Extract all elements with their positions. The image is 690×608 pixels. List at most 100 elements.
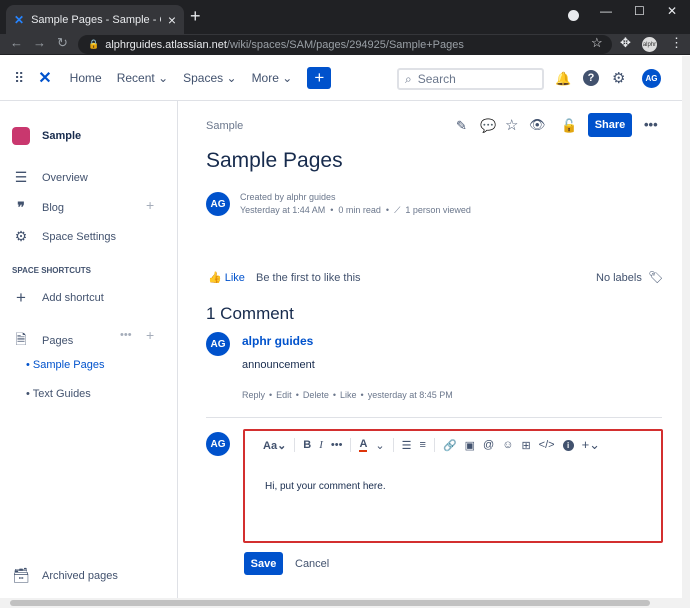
italic-icon[interactable]: I: [319, 439, 323, 451]
add-page-icon[interactable]: +: [146, 327, 154, 343]
horizontal-scrollbar[interactable]: [0, 598, 690, 608]
maximize-icon[interactable]: ☐: [634, 4, 645, 18]
close-window-icon[interactable]: ✕: [667, 4, 677, 18]
created-by[interactable]: Created by alphr guides: [240, 192, 336, 202]
url-bar[interactable]: 🔒 alphrguides.atlassian.net/wiki/spaces/…: [78, 35, 612, 54]
sidebar-item-pages[interactable]: 🗎 Pages: [12, 329, 73, 353]
lock-icon: 🔒: [88, 39, 100, 49]
nav-recent[interactable]: Recent ⌄: [117, 71, 168, 85]
confluence-favicon-icon: ✕: [14, 12, 25, 27]
text-style-dropdown[interactable]: Aa⌄: [263, 439, 286, 452]
forward-icon[interactable]: →: [33, 35, 46, 50]
chevron-down-icon: ⌄: [158, 71, 169, 85]
comment-avatar[interactable]: AG: [206, 332, 230, 356]
profile-avatar[interactable]: alphr: [642, 37, 657, 52]
thumbs-up-icon: 👍: [208, 272, 222, 284]
browser-tab[interactable]: ✕ Sample Pages - Sample - Conflu ×: [6, 5, 184, 34]
sidebar-item-overview[interactable]: ☰ Overview: [12, 169, 88, 186]
restrictions-lock-icon[interactable]: 🔓: [561, 118, 577, 134]
nav-home[interactable]: Home: [70, 71, 102, 85]
cancel-button[interactable]: Cancel: [295, 558, 329, 570]
bullet-list-icon[interactable]: ☰: [402, 439, 412, 452]
comment-text[interactable]: Hi, put your comment here.: [265, 481, 386, 492]
create-button[interactable]: +: [307, 67, 332, 89]
insert-more-icon[interactable]: +⌄: [582, 437, 600, 453]
like-link[interactable]: Like: [340, 390, 357, 400]
watch-eye-icon[interactable]: 👁: [529, 117, 546, 133]
more-formatting-icon[interactable]: •••: [331, 439, 343, 451]
sidebar-item-blog[interactable]: ❞ Blog: [12, 199, 64, 216]
like-button[interactable]: 👍 Like: [208, 271, 245, 285]
browser-tab-bar: ✕ Sample Pages - Sample - Conflu × + — ☐…: [0, 0, 690, 34]
app-switcher-icon[interactable]: ⠿: [14, 70, 24, 87]
comment-editor[interactable]: Aa⌄ B I ••• A ⌄ ☰ ≡ 🔗 ▣ @ ☺ ⊞ </> i +⌄ Hi…: [243, 429, 663, 543]
new-tab-icon[interactable]: +: [190, 6, 201, 27]
star-icon[interactable]: ☆: [505, 116, 518, 134]
numbered-list-icon[interactable]: ≡: [420, 439, 426, 451]
save-button[interactable]: Save: [244, 552, 283, 575]
archive-icon: 🗃: [12, 567, 30, 583]
text-color-icon[interactable]: A: [359, 438, 368, 452]
nav-more[interactable]: More ⌄: [252, 71, 293, 85]
scroll-thumb[interactable]: [10, 600, 650, 606]
sidebar-item-space-settings[interactable]: ⚙ Space Settings: [12, 228, 116, 245]
reply-link[interactable]: Reply: [242, 390, 265, 400]
space-sidebar: Sample ☰ Overview ❞ Blog + ⚙ Space Setti…: [0, 101, 178, 598]
table-icon[interactable]: ⊞: [521, 439, 530, 452]
mention-icon[interactable]: @: [483, 439, 494, 451]
emoji-icon[interactable]: ☺: [502, 439, 513, 451]
chevron-down-icon[interactable]: ⌄: [375, 439, 384, 452]
comment-body: announcement: [242, 359, 315, 371]
search-input[interactable]: ⌕ Search: [397, 68, 544, 90]
bold-icon[interactable]: B: [303, 439, 311, 451]
delete-link[interactable]: Delete: [303, 390, 329, 400]
vertical-scrollbar[interactable]: [682, 56, 690, 598]
page-tree-item[interactable]: • Text Guides: [26, 388, 91, 400]
bookmark-star-icon[interactable]: ☆: [591, 35, 603, 51]
label-tag-icon[interactable]: 🏷: [648, 270, 663, 284]
more-actions-icon[interactable]: •••: [120, 329, 132, 341]
comment-icon[interactable]: 💬: [480, 118, 496, 134]
reload-icon[interactable]: ↻: [57, 35, 68, 51]
url-domain: alphrguides.atlassian.net: [105, 38, 227, 51]
nav-spaces[interactable]: Spaces ⌄: [183, 71, 236, 85]
code-icon[interactable]: </>: [539, 439, 555, 451]
pages-icon: 🗎: [15, 331, 27, 347]
browser-menu-icon[interactable]: ⋮: [670, 35, 683, 51]
comment-author[interactable]: alphr guides: [242, 334, 313, 348]
page-tree-item[interactable]: • Sample Pages: [26, 359, 104, 371]
url-path: /wiki/spaces/SAM/pages/294925/Sample+Pag…: [226, 38, 464, 51]
editor-avatar: AG: [206, 432, 230, 456]
image-icon[interactable]: ▣: [465, 439, 475, 452]
lines-icon: ☰: [14, 169, 28, 185]
comment-actions: Reply • Edit • Delete • Like • yesterday at …: [242, 390, 453, 400]
breadcrumb[interactable]: Sample: [206, 120, 243, 132]
help-icon[interactable]: ?: [583, 70, 599, 86]
confluence-logo-icon[interactable]: ✕: [38, 68, 51, 88]
comment-time[interactable]: yesterday at 8:45 PM: [368, 390, 453, 400]
back-icon[interactable]: ←: [10, 35, 23, 50]
user-avatar[interactable]: AG: [642, 69, 661, 88]
settings-gear-icon[interactable]: ⚙: [612, 69, 625, 87]
edit-link[interactable]: Edit: [276, 390, 292, 400]
divider: [206, 417, 662, 418]
author-avatar[interactable]: AG: [206, 192, 230, 216]
analytics-icon: ⟋: [394, 205, 401, 215]
edit-pencil-icon[interactable]: ✎: [456, 118, 467, 134]
minimize-icon[interactable]: —: [600, 4, 612, 18]
link-icon[interactable]: 🔗: [443, 439, 457, 452]
profile-dropdown-icon[interactable]: [568, 10, 579, 21]
extensions-icon[interactable]: ✥: [620, 35, 631, 51]
sidebar-item-archived[interactable]: 🗃 Archived pages: [12, 567, 118, 584]
notifications-icon[interactable]: 🔔: [555, 71, 571, 87]
gear-icon: ⚙: [14, 228, 28, 244]
tab-close-icon[interactable]: ×: [168, 12, 176, 28]
share-button[interactable]: Share: [588, 113, 632, 137]
add-shortcut[interactable]: + Add shortcut: [12, 288, 104, 308]
page-title: Sample Pages: [206, 149, 343, 172]
more-options-icon[interactable]: •••: [644, 117, 658, 132]
space-header[interactable]: Sample: [12, 127, 81, 145]
info-panel-icon[interactable]: i: [562, 439, 574, 451]
add-blog-icon[interactable]: +: [146, 197, 154, 213]
tab-title: Sample Pages - Sample - Conflu: [31, 13, 161, 26]
